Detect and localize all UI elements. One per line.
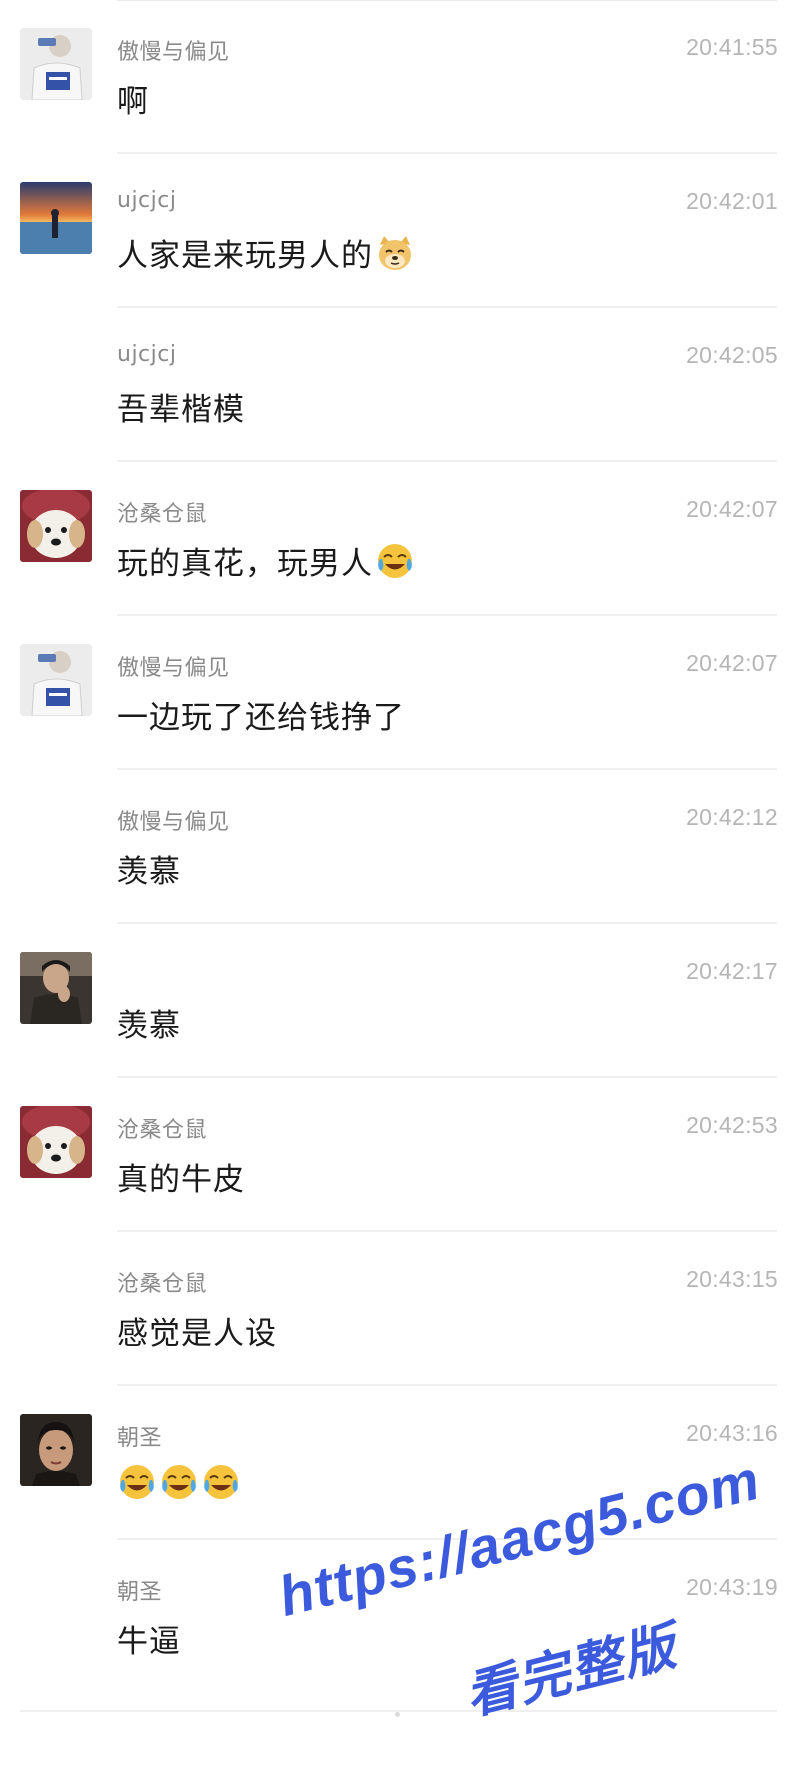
message-body: 人家是来玩男人的: [117, 238, 373, 274]
timestamp: 20:41:55: [686, 34, 778, 60]
sender-name: ujcjcj: [117, 342, 177, 367]
sender-name: 沧桑仓鼠: [117, 502, 208, 527]
message-body: 一边玩了还给钱挣了: [117, 700, 405, 736]
doge-emoji: [379, 235, 411, 270]
avatar[interactable]: [20, 952, 92, 1024]
message-row[interactable]: 傲慢与偏见 20:41:55 啊: [0, 0, 800, 154]
sender-name: 朝圣: [117, 1580, 163, 1605]
sender-name: 朝圣: [117, 1426, 163, 1451]
message-body: 羡慕: [117, 854, 181, 890]
timestamp: 20:42:53: [686, 1112, 778, 1138]
laugh-cry-emoji: [204, 1465, 238, 1499]
timestamp: 20:42:17: [686, 958, 778, 984]
message-row[interactable]: 朝圣 20:43:19 牛逼: [0, 1540, 800, 1694]
avatar[interactable]: [20, 490, 92, 562]
message-body: 真的牛皮: [117, 1162, 245, 1198]
timestamp: 20:43:16: [686, 1420, 778, 1446]
sender-name: 沧桑仓鼠: [117, 1118, 208, 1143]
avatar[interactable]: [20, 1414, 92, 1486]
laugh-cry-emoji: [120, 1465, 154, 1499]
message-row[interactable]: 沧桑仓鼠 20:42:53 真的牛皮: [0, 1078, 800, 1232]
message-text[interactable]: 玩的真花，玩男人: [117, 538, 415, 583]
message-text[interactable]: 一边玩了还给钱挣了: [117, 692, 405, 737]
laugh-cry-emoji: [162, 1465, 196, 1499]
message-text[interactable]: 人家是来玩男人的: [117, 230, 415, 275]
sender-name: ujcjcj: [117, 188, 177, 213]
message-text[interactable]: 真的牛皮: [117, 1154, 245, 1199]
timestamp: 20:42:12: [686, 804, 778, 830]
avatar[interactable]: [20, 28, 92, 100]
message-list[interactable]: 傲慢与偏见 20:41:55 啊 ujcjcj 20:42:01 人家是来玩男人…: [0, 0, 800, 1781]
timestamp: 20:43:19: [686, 1574, 778, 1600]
message-row[interactable]: 沧桑仓鼠 20:43:15 感觉是人设: [0, 1232, 800, 1386]
message-body: 吾辈楷模: [117, 392, 245, 428]
message-row[interactable]: 傲慢与偏见 20:42:07 一边玩了还给钱挣了: [0, 616, 800, 770]
message-text[interactable]: 羡慕: [117, 846, 181, 891]
message-row[interactable]: 沧桑仓鼠 20:42:07 玩的真花，玩男人: [0, 462, 800, 616]
chat-history-page: 傲慢与偏见 20:41:55 啊 ujcjcj 20:42:01 人家是来玩男人…: [0, 0, 800, 1781]
message-text[interactable]: 吾辈楷模: [117, 384, 245, 429]
message-body: 牛逼: [117, 1624, 181, 1660]
message-body: 羡慕: [117, 1008, 181, 1044]
message-text[interactable]: 牛逼: [117, 1616, 181, 1661]
timestamp: 20:42:07: [686, 650, 778, 676]
message-text[interactable]: 羡慕: [117, 1000, 181, 1045]
message-row[interactable]: 傲慢与偏见 20:42:12 羡慕: [0, 770, 800, 924]
message-text[interactable]: 感觉是人设: [117, 1308, 277, 1353]
timestamp: 20:42:05: [686, 342, 778, 368]
timestamp: 20:42:01: [686, 188, 778, 214]
message-row[interactable]: ujcjcj 20:42:01 人家是来玩男人的: [0, 154, 800, 308]
avatar[interactable]: [20, 182, 92, 254]
message-body: 感觉是人设: [117, 1316, 277, 1352]
message-row[interactable]: 20:42:17 羡慕: [0, 924, 800, 1078]
timestamp: 20:43:15: [686, 1266, 778, 1292]
message-body: 啊: [117, 84, 149, 120]
sender-name: 沧桑仓鼠: [117, 1272, 208, 1297]
timestamp: 20:42:07: [686, 496, 778, 522]
sender-name: 傲慢与偏见: [117, 40, 230, 65]
sender-name: 傲慢与偏见: [117, 656, 230, 681]
avatar[interactable]: [20, 644, 92, 716]
message-text[interactable]: [117, 1462, 241, 1502]
message-body: 玩的真花，玩男人: [117, 546, 373, 582]
laugh-cry-emoji: [378, 543, 412, 578]
message-text[interactable]: 啊: [117, 76, 149, 121]
scroll-indicator-dot: [395, 1712, 400, 1717]
sender-name: 傲慢与偏见: [117, 810, 230, 835]
avatar[interactable]: [20, 1106, 92, 1178]
message-row[interactable]: 朝圣 20:43:16: [0, 1386, 800, 1540]
message-row[interactable]: ujcjcj 20:42:05 吾辈楷模: [0, 308, 800, 462]
